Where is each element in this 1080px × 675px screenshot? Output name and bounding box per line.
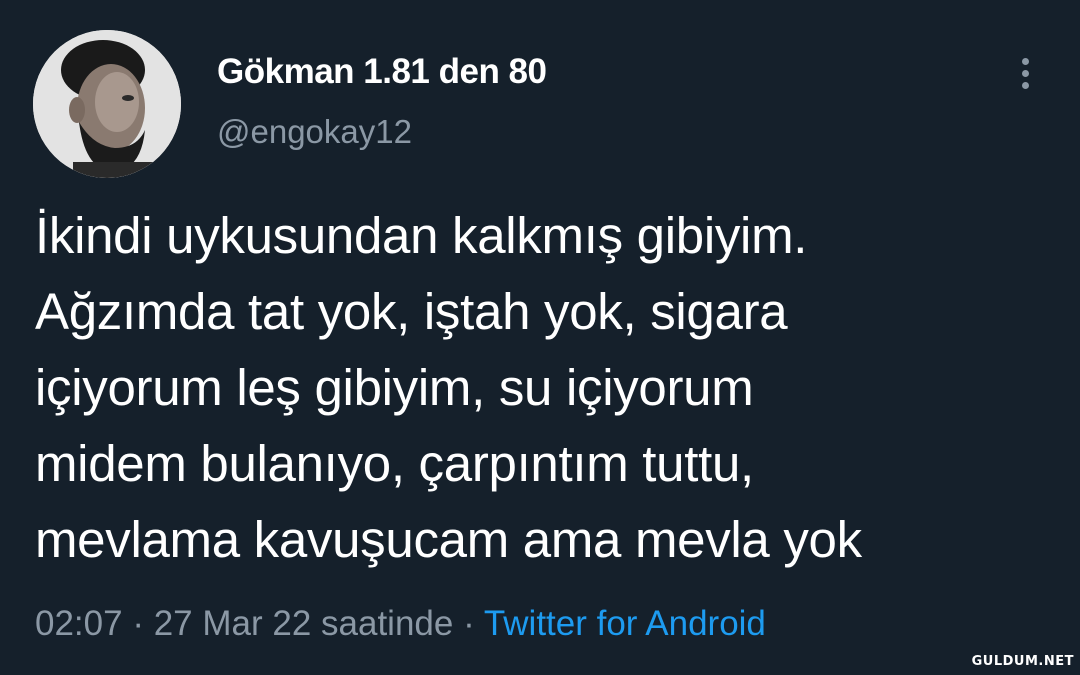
author-handle[interactable]: @engokay12 [217, 113, 412, 151]
meta-separator: · [122, 604, 154, 643]
avatar[interactable] [33, 30, 181, 178]
tweet-text: İkindi uykusundan kalkmış gibiyim. Ağzım… [35, 198, 1055, 578]
vertical-ellipsis-icon [1021, 69, 1029, 77]
tweet-date[interactable]: 27 Mar 22 saatinde [154, 604, 454, 643]
tweet-text-line: İkindi uykusundan kalkmış gibiyim. [35, 207, 808, 264]
avatar-photo [33, 30, 181, 178]
tweet-time[interactable]: 02:07 [35, 604, 123, 643]
tweet-text-line: Ağzımda tat yok, iştah yok, sigara [35, 283, 788, 340]
more-options-button[interactable] [1004, 52, 1046, 94]
tweet-text-line: içiyorum leş gibiyim, su içiyorum [35, 359, 754, 416]
tweet-meta: 02:07 · 27 Mar 22 saatinde · Twitter for… [35, 604, 766, 644]
tweet-card: Gökman 1.81 den 80 @engokay12 İkindi uyk… [0, 0, 1080, 675]
tweet-text-line: mevlama kavuşucam ama mevla yok [35, 511, 862, 568]
watermark: GULDUM.NET [971, 654, 1074, 669]
meta-separator: · [453, 604, 484, 643]
tweet-text-line: midem bulanıyo, çarpıntım tuttu, [35, 435, 754, 492]
vertical-ellipsis-icon [1021, 81, 1029, 89]
vertical-ellipsis-icon [1021, 57, 1029, 65]
tweet-source-link[interactable]: Twitter for Android [484, 604, 766, 643]
author-display-name[interactable]: Gökman 1.81 den 80 [217, 52, 547, 92]
